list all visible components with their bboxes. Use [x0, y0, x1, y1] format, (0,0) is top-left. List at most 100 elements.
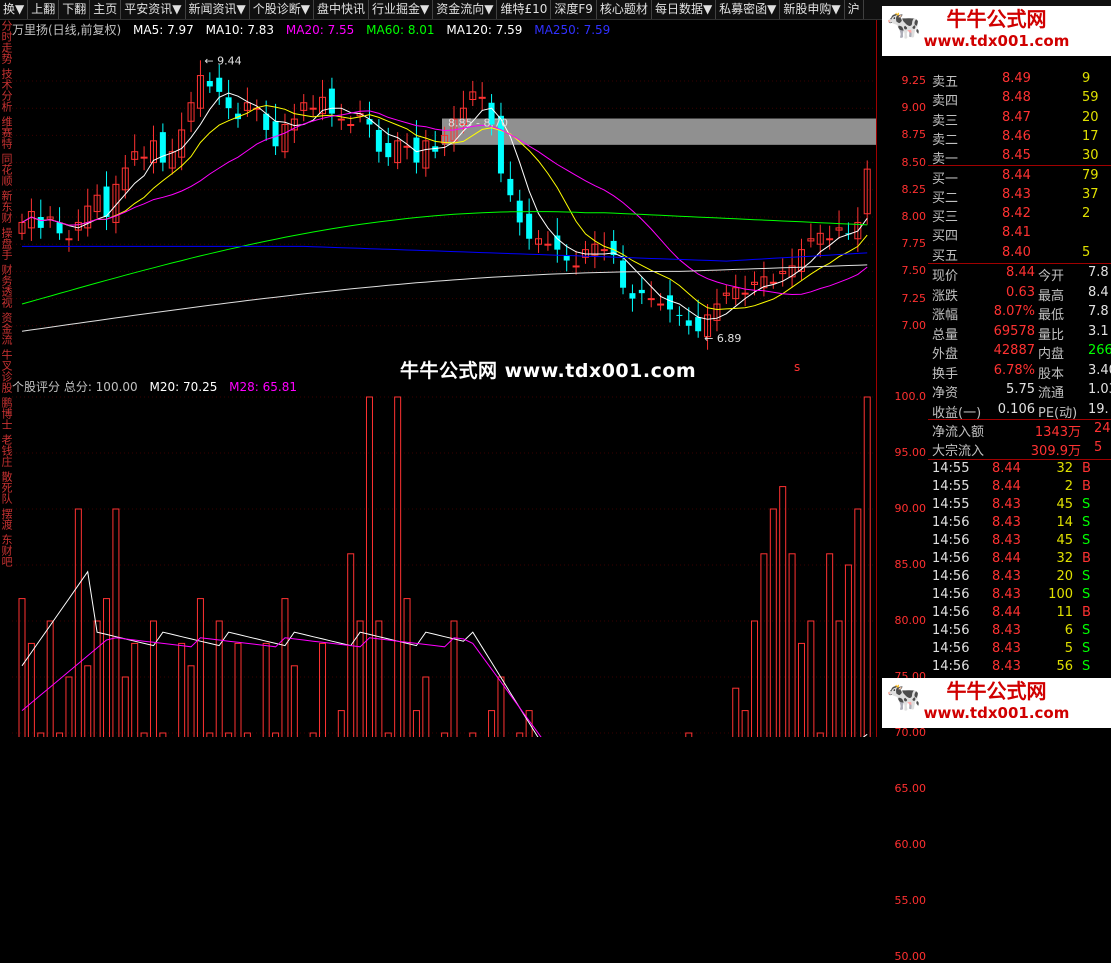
stat-label: 涨幅	[932, 308, 959, 323]
order-label: 卖二	[932, 132, 959, 148]
score-bar	[187, 665, 195, 737]
score-bar	[788, 553, 796, 737]
candle-body	[37, 217, 44, 228]
stat-value: 3.1	[1088, 323, 1109, 339]
flow-label: 大宗流入	[932, 444, 985, 459]
tick-time: 14:56	[932, 515, 970, 530]
kline-chart[interactable]: ← 9.44 8.85 - 8.70 ← 6.89 s	[12, 20, 876, 374]
score-tick: 100.0	[894, 390, 927, 403]
order-volume: 79	[1082, 167, 1099, 183]
tick-volume: 6	[1064, 623, 1073, 638]
tick-volume: 32	[1056, 551, 1073, 566]
score-bar	[243, 732, 251, 737]
candle-body	[216, 77, 223, 92]
menu-item[interactable]: 平安资讯▼	[121, 0, 186, 19]
order-book-row: 买二 8.43 37	[930, 186, 1111, 206]
menu-item[interactable]: 资金流向▼	[433, 0, 498, 19]
menu-item[interactable]: 维特£10	[497, 0, 552, 19]
sidebar-tab[interactable]: 摆渡	[0, 508, 13, 530]
sidebar-tab[interactable]: 技术分析	[0, 68, 13, 112]
tick-volume: 45	[1056, 533, 1073, 548]
candle-body	[159, 132, 166, 163]
flow-row: 净流入额 1343万 24	[930, 420, 1111, 440]
score-bar	[816, 732, 824, 737]
order-label: 买五	[932, 248, 959, 264]
order-price: 8.48	[1002, 90, 1031, 106]
candle-body	[225, 97, 232, 109]
menu-item[interactable]: 上翻	[28, 0, 60, 19]
flow-extra: 24	[1094, 421, 1111, 436]
tick-price: 8.43	[992, 515, 1021, 530]
tick-side: B	[1082, 551, 1091, 566]
price-tick: 7.00	[901, 318, 927, 332]
stat-value: 8.07%	[993, 304, 1035, 319]
menu-item[interactable]: 核心题材	[597, 0, 652, 19]
sidebar-tab[interactable]: 资金流	[0, 312, 13, 345]
score-bar	[365, 396, 373, 737]
sidebar-tab[interactable]: 财务透视	[0, 264, 13, 308]
tick-row: 14:56 8.44 11 B	[930, 604, 1111, 622]
sidebar-tab[interactable]: 东财吧	[0, 534, 13, 567]
candle-body	[685, 320, 692, 326]
candle-body	[741, 292, 749, 295]
score-bar	[497, 676, 505, 737]
sidebar-tab[interactable]: 鹏博士	[0, 397, 13, 430]
stat-value: 19.	[1088, 401, 1109, 417]
menu-item[interactable]: 下翻	[59, 0, 91, 19]
order-volume: 30	[1082, 148, 1099, 164]
tick-price: 8.43	[992, 659, 1021, 674]
score-bar	[844, 564, 852, 737]
price-tick: 9.25	[901, 74, 927, 87]
sidebar-tab[interactable]: 牛叉诊股	[0, 349, 13, 393]
order-volume: 2	[1082, 206, 1091, 222]
sidebar-tab[interactable]: 散死队	[0, 471, 13, 504]
stat-value: 8.44	[1006, 265, 1035, 280]
tick-side: S	[1082, 587, 1091, 602]
m20-line	[21, 570, 868, 737]
sidebar-tab[interactable]: 老钱庄	[0, 434, 13, 467]
menu-item[interactable]: 换▼	[0, 0, 29, 19]
flow-value: 309.9万	[1030, 444, 1081, 459]
tick-row: 14:55 8.44 32 B	[930, 460, 1111, 478]
menu-item[interactable]: 新股申购▼	[780, 0, 845, 19]
menu-item[interactable]: 每日数据▼	[652, 0, 717, 19]
menu-item[interactable]: 私募密函▼	[716, 0, 781, 19]
tick-row: 14:55 8.44 2 B	[930, 478, 1111, 496]
score-bar	[140, 732, 148, 737]
score-chart[interactable]	[12, 376, 876, 737]
price-tick: 8.00	[901, 210, 927, 223]
sidebar-tab[interactable]: 维赛特	[0, 116, 13, 149]
score-bar	[441, 732, 449, 737]
score-tick: 55.00	[894, 894, 927, 907]
menu-item[interactable]: 沪	[845, 0, 864, 19]
flag-annotation: s	[794, 360, 800, 374]
score-bar	[403, 598, 411, 737]
order-volume: 20	[1082, 109, 1099, 125]
stat-row: 外盘 42887内盘 2669	[930, 342, 1111, 362]
menu-item[interactable]: 新闻资讯▼	[186, 0, 250, 19]
tick-side: S	[1082, 497, 1091, 512]
stat-label: 净资	[932, 386, 959, 401]
stat-value: 3.40	[1088, 362, 1111, 378]
order-price: 8.45	[1002, 148, 1031, 164]
score-bar	[732, 687, 740, 737]
candle-body	[263, 113, 270, 130]
score-bar	[319, 642, 327, 737]
sidebar-tab[interactable]: 新东财	[0, 190, 13, 223]
menu-item[interactable]: 盘中快讯	[314, 0, 369, 19]
menu-item[interactable]: 主页	[90, 0, 122, 19]
tick-volume: 32	[1056, 461, 1073, 476]
candle-body	[572, 265, 580, 268]
menu-item[interactable]: 深度F9	[551, 0, 597, 19]
tick-price: 8.43	[992, 587, 1021, 602]
sidebar-tab[interactable]: 分时走势	[0, 20, 13, 64]
sidebar-tab[interactable]: 操盘手	[0, 227, 13, 260]
low-annotation: ← 6.89	[704, 332, 741, 345]
cow-icon: 🐄	[886, 8, 921, 41]
score-bar	[281, 598, 289, 737]
tick-side: S	[1082, 659, 1091, 674]
menu-item[interactable]: 个股诊断▼	[250, 0, 314, 19]
sidebar-tab[interactable]: 同花顺	[0, 153, 13, 186]
menu-item[interactable]: 行业掘金▼	[369, 0, 434, 19]
score-bar	[863, 396, 871, 737]
